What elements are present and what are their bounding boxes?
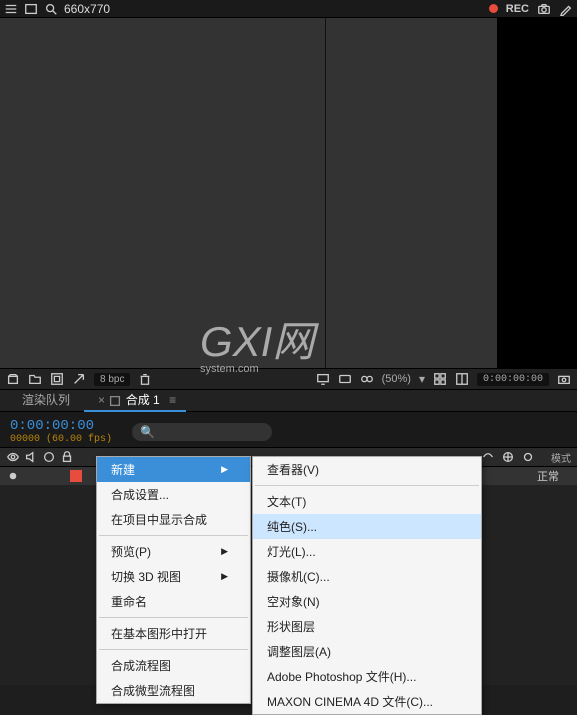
footer-timecode[interactable]: 0:00:00:00 — [477, 373, 549, 386]
tab-render-queue[interactable]: 渲染队列 — [12, 388, 80, 411]
arrow-icon[interactable] — [72, 372, 86, 386]
screen-icon[interactable] — [316, 372, 330, 386]
bin-icon[interactable] — [6, 372, 20, 386]
bit-depth[interactable]: 8 bpc — [94, 373, 130, 386]
menu-item[interactable]: 在项目中显示合成 — [97, 507, 250, 532]
current-timecode[interactable]: 0:00:00:00 — [10, 418, 112, 434]
search-icon[interactable] — [44, 2, 58, 16]
menu-item[interactable]: 查看器(V) — [253, 457, 481, 482]
mb-icon[interactable] — [521, 450, 535, 464]
eye-column-icon[interactable] — [6, 450, 20, 464]
frame-info: 00000 (60.00 fps) — [10, 434, 112, 445]
trash-icon[interactable] — [138, 372, 152, 386]
context-submenu-new: 查看器(V) 文本(T)纯色(S)...灯光(L)...摄像机(C)...空对象(… — [252, 456, 482, 715]
menu-item[interactable]: 合成微型流程图 — [97, 678, 250, 703]
shy-icon[interactable] — [481, 450, 495, 464]
camera-icon[interactable] — [537, 2, 551, 16]
menu-item[interactable]: Adobe Photoshop 文件(H)... — [253, 664, 481, 689]
tab-close-icon[interactable]: × — [98, 393, 105, 407]
project-footer: 8 bpc (50%) ▾ 0:00:00:00 — [0, 368, 577, 390]
top-bar: 660x770 REC — [0, 0, 577, 18]
layer-search-input[interactable] — [159, 426, 264, 438]
menu-item[interactable]: 重命名 — [97, 589, 250, 614]
zoom-level[interactable]: (50%) — [382, 373, 411, 385]
lock-column-icon[interactable] — [60, 450, 74, 464]
tab-comp-1[interactable]: × 合成 1 ≡ — [84, 388, 186, 411]
pencil-icon[interactable] — [559, 2, 573, 16]
menu-item[interactable]: MAXON CINEMA 4D 文件(C)... — [253, 689, 481, 714]
timeline-header: 0:00:00:00 00000 (60.00 fps) 🔍 — [0, 412, 577, 447]
toggle-icon[interactable] — [360, 372, 374, 386]
menu-item[interactable]: 纯色(S)... — [253, 514, 481, 539]
menu-item[interactable]: 文本(T) — [253, 489, 481, 514]
menu-item[interactable]: 灯光(L)... — [253, 539, 481, 564]
timeline-tabs: 渲染队列 × 合成 1 ≡ — [0, 390, 577, 412]
mask-icon[interactable] — [338, 372, 352, 386]
snapshot-icon[interactable] — [557, 372, 571, 386]
audio-column-icon[interactable] — [24, 450, 38, 464]
folder-icon[interactable] — [28, 372, 42, 386]
comp-tab-icon — [108, 394, 122, 408]
solo-column-icon[interactable] — [42, 450, 56, 464]
menu-item[interactable]: 在基本图形中打开 — [97, 621, 250, 646]
menu-item[interactable]: 空对象(N) — [253, 589, 481, 614]
rec-indicator — [489, 4, 498, 13]
grid-icon[interactable] — [433, 372, 447, 386]
menu-item[interactable]: 切换 3D 视图▶ — [97, 564, 250, 589]
context-menu: 新建▶合成设置...在项目中显示合成预览(P)▶切换 3D 视图▶重命名在基本图… — [96, 456, 251, 704]
menu-item[interactable]: 合成流程图 — [97, 653, 250, 678]
menu-item[interactable]: 调整图层(A) — [253, 639, 481, 664]
menu-item[interactable]: 预览(P)▶ — [97, 539, 250, 564]
window-icon[interactable] — [24, 2, 38, 16]
menu-icon[interactable] — [4, 2, 18, 16]
layout-icon[interactable] — [455, 372, 469, 386]
mode-column-label: 模式 — [551, 450, 571, 465]
layer-eye-icon[interactable] — [6, 469, 20, 483]
search-text: 660x770 — [64, 2, 110, 16]
fx-icon[interactable] — [501, 450, 515, 464]
menu-item[interactable]: 新建▶ — [97, 457, 250, 482]
layer-blend-mode[interactable]: 正常 — [537, 468, 571, 484]
tab-menu-icon[interactable]: ≡ — [169, 393, 176, 407]
comp-viewer[interactable]: GXI网 system.com — [0, 18, 577, 368]
comp-icon[interactable] — [50, 372, 64, 386]
rec-label[interactable]: REC — [506, 3, 529, 15]
layer-color-swatch[interactable] — [70, 470, 82, 482]
menu-item[interactable]: 摄像机(C)... — [253, 564, 481, 589]
layer-search[interactable]: 🔍 — [132, 423, 272, 441]
menu-item[interactable]: 合成设置... — [97, 482, 250, 507]
menu-item[interactable]: 形状图层 — [253, 614, 481, 639]
